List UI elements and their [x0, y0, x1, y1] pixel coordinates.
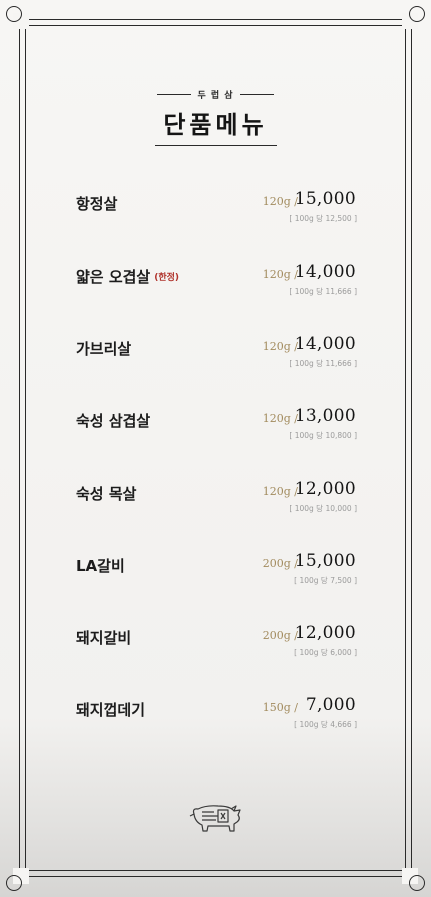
page-title: 단품메뉴 [163, 111, 268, 139]
corner-ornament [6, 868, 29, 891]
menu-item-weight: 120g / [262, 268, 298, 281]
menu-item-name-text: 항정살 [76, 195, 118, 213]
menu-item-price: 12,000 [294, 623, 356, 643]
menu-item-name-text: 돼지껍데기 [76, 701, 146, 719]
menu-item-name-text: 가브리살 [76, 340, 132, 358]
menu-item-name: 항정살 [76, 193, 117, 214]
menu-item: 돼지갈비 200g /12,000 [ 100g 당 6,000 ] [0, 623, 431, 663]
corner-ornament [402, 868, 425, 891]
brand-rule-left [157, 94, 192, 95]
brand-rule-right [239, 94, 274, 95]
menu-item-name: 숙성 목살 [76, 483, 136, 504]
menu-item-name: 가브리살 [76, 338, 131, 359]
menu-item-weight: 120g / [262, 195, 298, 208]
menu-item-unit-price: [ 100g 당 7,500 ] [294, 576, 357, 585]
menu-item-unit-price: [ 100g 당 10,000 ] [289, 504, 357, 513]
menu-item-price: 15,000 [294, 189, 356, 209]
menu-item-weight: 120g / [262, 412, 298, 425]
menu-item: 숙성 목살 120g /12,000 [ 100g 당 10,000 ] [0, 479, 431, 519]
menu-item-name: 돼지껍데기 [76, 699, 145, 720]
menu-item-unit-price: [ 100g 당 11,666 ] [289, 287, 357, 296]
menu-item-unit-price: [ 100g 당 11,666 ] [289, 359, 357, 368]
menu-item-price: 12,000 [294, 479, 356, 499]
pig-logo-icon [189, 805, 241, 832]
menu-item: 항정살 120g /15,000 [ 100g 당 12,500 ] [0, 189, 431, 229]
brand-line: 두 럽 삼 [0, 88, 431, 101]
menu-item-price: 15,000 [294, 551, 356, 571]
menu-item-unit-price: [ 100g 당 4,666 ] [294, 720, 357, 729]
menu-item-unit-price: [ 100g 당 10,800 ] [289, 431, 357, 440]
menu-item-name-text: 숙성 삼겹살 [76, 412, 151, 430]
menu-item-name-text: 얇은 오겹살 [76, 268, 151, 286]
menu-item-name-text: LA갈비 [76, 557, 125, 575]
menu-item-price: 13,000 [294, 406, 356, 426]
menu-item-weight: 150g / [262, 701, 298, 714]
inner-frame [25, 25, 406, 871]
corner-ornament [402, 6, 425, 29]
menu-item: 돼지껍데기 150g / 7,000 [ 100g 당 4,666 ] [0, 695, 431, 735]
menu-item-name-text: 숙성 목살 [76, 485, 137, 503]
menu-item-name: 숙성 삼겹살 [76, 410, 150, 431]
menu-item-unit-price: [ 100g 당 6,000 ] [294, 648, 357, 657]
menu-item-weight: 200g / [262, 629, 298, 642]
title-underline [154, 145, 277, 146]
menu-item-name-text: 돼지갈비 [76, 629, 132, 647]
limited-badge: (한정) [154, 273, 180, 283]
menu-item: LA갈비 200g /15,000 [ 100g 당 7,500 ] [0, 551, 431, 591]
menu-header: 두 럽 삼 단품메뉴 [0, 88, 431, 146]
menu-item-name: 돼지갈비 [76, 627, 131, 648]
menu-item-weight: 120g / [262, 485, 298, 498]
menu-item-price: 14,000 [294, 262, 356, 282]
menu-item-weight: 200g / [262, 557, 298, 570]
menu-item-price: 7,000 [305, 695, 356, 715]
menu-item-weight: 120g / [262, 340, 298, 353]
menu-item: 얇은 오겹살 (한정) 120g /14,000 [ 100g 당 11,666 ] [0, 262, 431, 302]
menu-item-price: 14,000 [294, 334, 356, 354]
menu-item-unit-price: [ 100g 당 12,500 ] [289, 214, 357, 223]
menu-item: 숙성 삼겹살 120g /13,000 [ 100g 당 10,800 ] [0, 406, 431, 446]
menu-item-name: LA갈비 [76, 555, 125, 576]
menu-item: 가브리살 120g /14,000 [ 100g 당 11,666 ] [0, 334, 431, 374]
corner-ornament [6, 6, 29, 29]
menu-item-name: 얇은 오겹살 (한정) [76, 266, 179, 287]
brand-name: 두 럽 삼 [197, 91, 234, 101]
